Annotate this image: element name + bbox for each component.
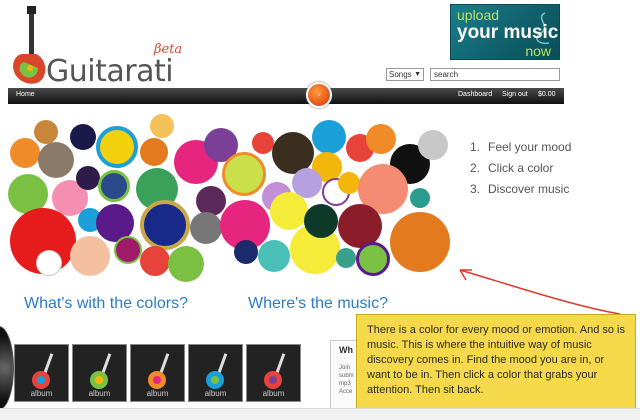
mood-circle[interactable] xyxy=(70,124,96,150)
mood-circle[interactable] xyxy=(258,240,290,272)
mood-circle[interactable] xyxy=(252,132,274,154)
upload-line-3: now xyxy=(525,43,551,59)
mood-circle[interactable] xyxy=(304,204,338,238)
mood-circle[interactable] xyxy=(98,170,130,202)
album-label: album xyxy=(146,389,169,398)
mood-circle[interactable] xyxy=(96,126,138,168)
search-category-value: Songs xyxy=(389,70,412,79)
album-label: album xyxy=(88,389,111,398)
mood-circle[interactable] xyxy=(270,192,308,230)
colors-info-link[interactable]: What's with the colors? xyxy=(24,295,188,313)
mood-circle[interactable] xyxy=(196,186,226,216)
nav-bar: Home ♪ Dashboard Sign out $0.00 xyxy=(8,82,564,108)
guitar-icon xyxy=(264,353,286,389)
guitar-icon xyxy=(32,353,54,389)
search-category-select[interactable]: Songs ▼ xyxy=(386,68,424,81)
step-item: 2. Click a color xyxy=(470,161,590,176)
chevron-down-icon: ▼ xyxy=(414,71,421,78)
mood-circle[interactable] xyxy=(366,124,396,154)
album-label: album xyxy=(262,389,285,398)
mood-circle[interactable] xyxy=(312,120,346,154)
mood-circle[interactable] xyxy=(70,236,110,276)
mood-circle[interactable] xyxy=(168,246,204,282)
mood-circle[interactable] xyxy=(34,120,58,144)
step-text: Discover music xyxy=(488,182,570,196)
info-panel-line: Acce xyxy=(339,389,353,395)
mood-circle[interactable] xyxy=(36,250,62,276)
step-text: Click a color xyxy=(488,161,554,175)
mood-circle[interactable] xyxy=(76,166,100,190)
step-text: Feel your mood xyxy=(488,140,572,154)
mood-circle[interactable] xyxy=(418,130,448,160)
guitar-icon xyxy=(206,353,228,389)
upload-line-2: your music xyxy=(457,22,559,43)
nav-home[interactable]: Home xyxy=(16,91,35,98)
album-card[interactable]: album xyxy=(14,344,69,402)
nav-dashboard[interactable]: Dashboard xyxy=(458,91,492,98)
info-panel-title: Wh xyxy=(339,345,353,355)
mood-circle[interactable] xyxy=(338,172,360,194)
nav-center-badge[interactable]: ♪ xyxy=(306,82,332,108)
mood-circle[interactable] xyxy=(140,246,170,276)
album-card[interactable]: album xyxy=(72,344,127,402)
beta-label: βeta xyxy=(154,42,183,57)
explanation-callout: There is a color for every mood or emoti… xyxy=(356,314,636,410)
mood-circle[interactable] xyxy=(114,236,142,264)
guitar-icon xyxy=(90,353,112,389)
guitar-icon xyxy=(148,353,170,389)
mood-circle[interactable] xyxy=(38,142,74,178)
logo-wordmark: Guitarati xyxy=(46,54,174,89)
mood-circle[interactable] xyxy=(222,152,266,196)
info-panel-line: Join xyxy=(339,365,351,371)
mood-circle[interactable] xyxy=(140,138,168,166)
nav-sign-out[interactable]: Sign out xyxy=(502,91,528,98)
album-label: album xyxy=(204,389,227,398)
mood-circle[interactable] xyxy=(150,114,174,138)
music-info-link[interactable]: Where's the music? xyxy=(248,295,388,313)
album-card[interactable]: album xyxy=(130,344,185,402)
step-item: 3. Discover music xyxy=(470,182,590,197)
info-panel-line: mp3 xyxy=(339,381,351,387)
info-panel-line: subm xyxy=(339,373,354,379)
red-arrow-icon xyxy=(459,269,621,315)
upload-music-banner[interactable]: upload your music now xyxy=(450,4,560,60)
mood-circle[interactable] xyxy=(390,212,450,272)
step-number: 3. xyxy=(470,182,481,196)
how-it-works-steps: 1. Feel your mood 2. Click a color 3. Di… xyxy=(470,140,590,203)
mood-circle[interactable] xyxy=(234,240,258,264)
upload-line-1: upload xyxy=(457,7,500,23)
album-card[interactable]: album xyxy=(246,344,301,402)
bottom-scrollbar[interactable] xyxy=(0,408,640,420)
mood-circle[interactable] xyxy=(190,212,222,244)
mood-color-circles xyxy=(0,112,460,288)
mood-circle[interactable] xyxy=(336,248,356,268)
mood-circle[interactable] xyxy=(410,188,430,208)
mood-circle[interactable] xyxy=(140,200,190,250)
album-strip: album album album album album xyxy=(0,344,310,404)
album-card[interactable]: album xyxy=(188,344,243,402)
album-label: album xyxy=(30,389,53,398)
mood-circle[interactable] xyxy=(356,242,390,276)
step-number: 1. xyxy=(470,140,481,154)
search-input[interactable]: search xyxy=(430,68,560,81)
nav-cart[interactable]: $0.00 xyxy=(538,91,556,98)
site-logo[interactable]: Guitarati βeta xyxy=(8,6,198,90)
step-item: 1. Feel your mood xyxy=(470,140,590,155)
step-number: 2. xyxy=(470,161,481,175)
mood-circle[interactable] xyxy=(10,138,40,168)
